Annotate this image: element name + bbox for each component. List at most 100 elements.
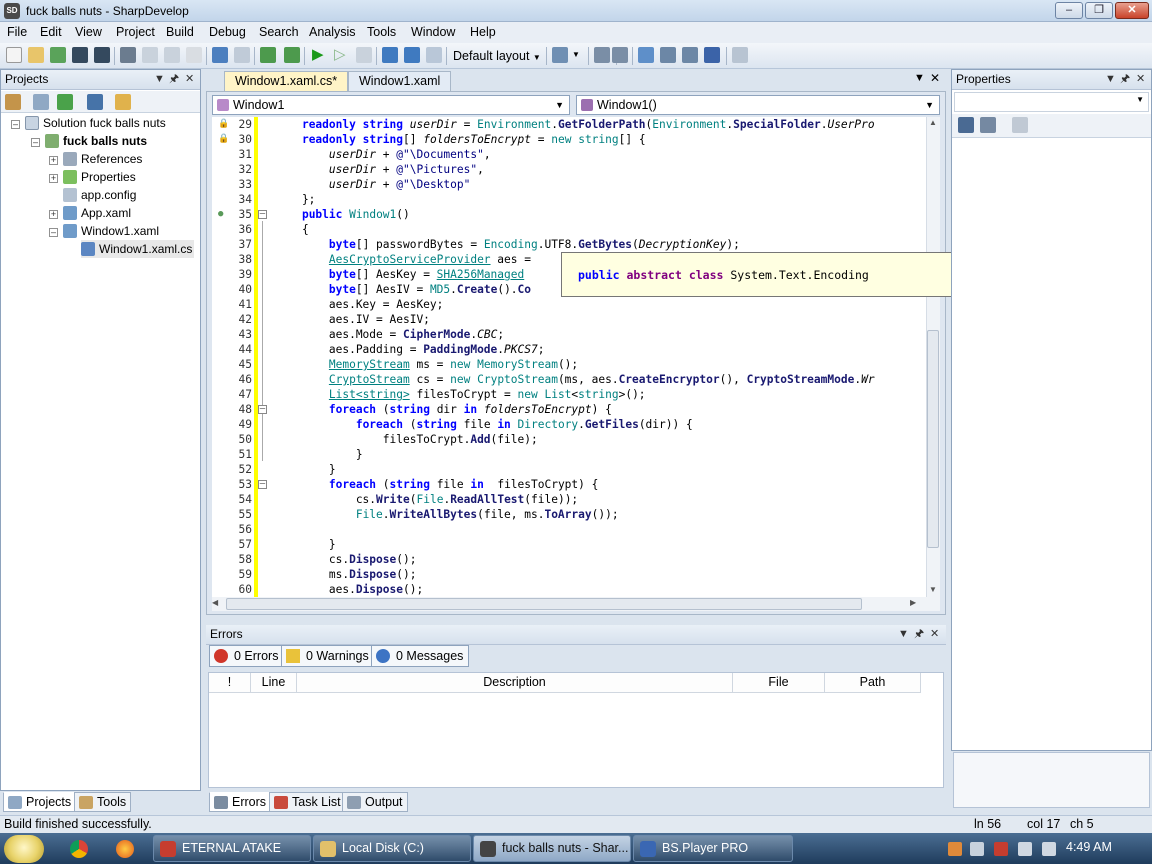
previous-bookmark-icon[interactable] — [660, 47, 676, 63]
collapse-window1-xaml-icon[interactable]: – — [49, 228, 58, 237]
categorized-icon[interactable] — [958, 117, 974, 133]
taskbar-item-sharpdevelop[interactable]: fuck balls nuts - Shar... — [473, 835, 631, 862]
start-button[interactable] — [4, 835, 44, 863]
menu-view[interactable]: View — [75, 25, 102, 39]
close-icon[interactable]: ✕ — [930, 625, 939, 644]
fold-toggle-icon[interactable]: – — [258, 405, 267, 414]
panel-menu-icon[interactable]: ▼ — [1105, 70, 1116, 89]
tab-errors[interactable]: Errors — [209, 792, 272, 812]
expand-properties-icon[interactable]: + — [49, 174, 58, 183]
panel-menu-icon[interactable]: ▼ — [154, 70, 165, 89]
tree-properties[interactable]: Properties — [63, 168, 136, 186]
copy-icon[interactable] — [142, 47, 158, 63]
chevron-down-icon[interactable]: ▼ — [572, 47, 588, 63]
column-header-line[interactable]: Line — [251, 673, 297, 693]
clear-bookmarks-icon[interactable] — [704, 47, 720, 63]
save-icon[interactable] — [72, 47, 88, 63]
column-header-path[interactable]: Path — [825, 673, 921, 693]
redo-icon[interactable] — [234, 47, 250, 63]
undo-icon[interactable] — [212, 47, 228, 63]
collapse-project-icon[interactable]: – — [31, 138, 40, 147]
menu-debug[interactable]: Debug — [209, 25, 246, 39]
tab-window1-xaml-cs[interactable]: Window1.xaml.cs* — [224, 71, 349, 91]
column-header-description[interactable]: Description — [297, 673, 733, 693]
menu-window[interactable]: Window — [411, 25, 455, 39]
member-combo[interactable]: Window1() ▼ — [576, 95, 940, 115]
close-window-button[interactable]: ✕ — [1115, 2, 1149, 19]
refresh-icon[interactable] — [57, 94, 73, 110]
editor-vertical-scroll-thumb[interactable] — [927, 330, 939, 548]
object-selector[interactable]: ▼ — [954, 92, 1149, 112]
tab-projects[interactable]: Projects — [3, 792, 77, 812]
build-icon[interactable] — [260, 47, 276, 63]
layout-dropdown[interactable]: Default layout ▼ — [453, 47, 541, 65]
scroll-right-icon[interactable]: ▶ — [910, 598, 916, 607]
tree-app-config[interactable]: app.config — [63, 186, 136, 204]
close-icon[interactable]: ✕ — [1136, 70, 1145, 89]
warnings-filter-button[interactable]: 0 Warnings — [281, 645, 375, 667]
scroll-down-icon[interactable]: ▼ — [929, 585, 937, 594]
close-icon[interactable]: ✕ — [185, 70, 194, 89]
taskbar-item-local-disk[interactable]: Local Disk (C:) — [313, 835, 471, 862]
collapse-solution-icon[interactable]: – — [11, 120, 20, 129]
fold-toggle-icon[interactable]: – — [258, 480, 267, 489]
scroll-left-icon[interactable]: ◀ — [212, 598, 218, 607]
tab-window1-xaml[interactable]: Window1.xaml — [348, 71, 452, 91]
menu-tools[interactable]: Tools — [367, 25, 396, 39]
action-center-icon[interactable] — [994, 842, 1008, 856]
menu-analysis[interactable]: Analysis — [309, 25, 356, 39]
expand-references-icon[interactable]: + — [49, 156, 58, 165]
cut-icon[interactable] — [120, 47, 136, 63]
delete-icon[interactable] — [186, 47, 202, 63]
code-editor[interactable]: 🔒 🔒 ● 29 30 31 32 33 34 35 36 37 38 39 40 41 42 43 44 45… — [212, 117, 926, 597]
minimize-button[interactable]: – — [1055, 2, 1083, 19]
tree-window1-xaml[interactable]: Window1.xaml — [63, 222, 159, 240]
open-project-icon[interactable] — [50, 47, 66, 63]
menu-file[interactable]: File — [7, 25, 27, 39]
clock[interactable]: 4:49 AM — [1066, 840, 1112, 854]
collapse-all-icon[interactable] — [33, 94, 49, 110]
run-icon[interactable]: ▶ — [312, 47, 328, 63]
expand-app-xaml-icon[interactable]: + — [49, 210, 58, 219]
menu-edit[interactable]: Edit — [40, 25, 62, 39]
stop-icon[interactable] — [356, 47, 372, 63]
paste-icon[interactable] — [164, 47, 180, 63]
tree-solution[interactable]: Solution fuck balls nuts — [25, 114, 166, 132]
volume-icon[interactable] — [1042, 842, 1056, 856]
step-over-icon[interactable] — [382, 47, 398, 63]
project-properties-icon[interactable] — [5, 94, 21, 110]
messages-filter-button[interactable]: 0 Messages — [371, 645, 470, 667]
taskbar-item-bsplayer[interactable]: BS.Player PRO — [633, 835, 793, 862]
toggle-comment-icon[interactable] — [594, 47, 610, 63]
indent-icon[interactable] — [612, 47, 628, 63]
menu-search[interactable]: Search — [259, 25, 299, 39]
class-combo[interactable]: Window1 ▼ — [212, 95, 570, 115]
tab-output[interactable]: Output — [342, 792, 408, 812]
pin-icon[interactable]: 🖈 — [169, 70, 179, 89]
network-icon[interactable] — [1018, 842, 1032, 856]
open-file-icon[interactable] — [28, 47, 44, 63]
sharpdevelop-app-icon[interactable]: SD — [4, 3, 20, 19]
property-pages-icon[interactable] — [1012, 117, 1028, 133]
close-icon[interactable]: ✕ — [930, 71, 940, 85]
chrome-icon[interactable] — [70, 840, 88, 858]
fold-toggle-icon[interactable]: – — [258, 210, 267, 219]
save-all-icon[interactable] — [94, 47, 110, 63]
alphabetical-icon[interactable] — [980, 117, 996, 133]
search-tray-icon[interactable] — [948, 842, 962, 856]
tray-overflow-icon[interactable] — [970, 842, 984, 856]
errors-filter-button[interactable]: 0 Errors — [209, 645, 285, 667]
navigate-icon[interactable] — [552, 47, 568, 63]
panel-menu-icon[interactable]: ▼ — [898, 625, 909, 644]
show-all-files-icon[interactable] — [87, 94, 103, 110]
rebuild-icon[interactable] — [284, 47, 300, 63]
pin-icon[interactable]: 🖈 — [1120, 70, 1130, 89]
step-out-icon[interactable] — [426, 47, 442, 63]
tab-list-icon[interactable]: ▼ — [914, 72, 925, 84]
tree-window1-xaml-cs[interactable]: Window1.xaml.cs — [81, 240, 195, 258]
menu-help[interactable]: Help — [470, 25, 496, 39]
open-folder-icon[interactable] — [115, 94, 131, 110]
find-icon[interactable] — [732, 47, 748, 63]
pin-icon[interactable]: 🖈 — [914, 625, 924, 644]
run-without-debugger-icon[interactable]: ▷ — [334, 47, 350, 63]
